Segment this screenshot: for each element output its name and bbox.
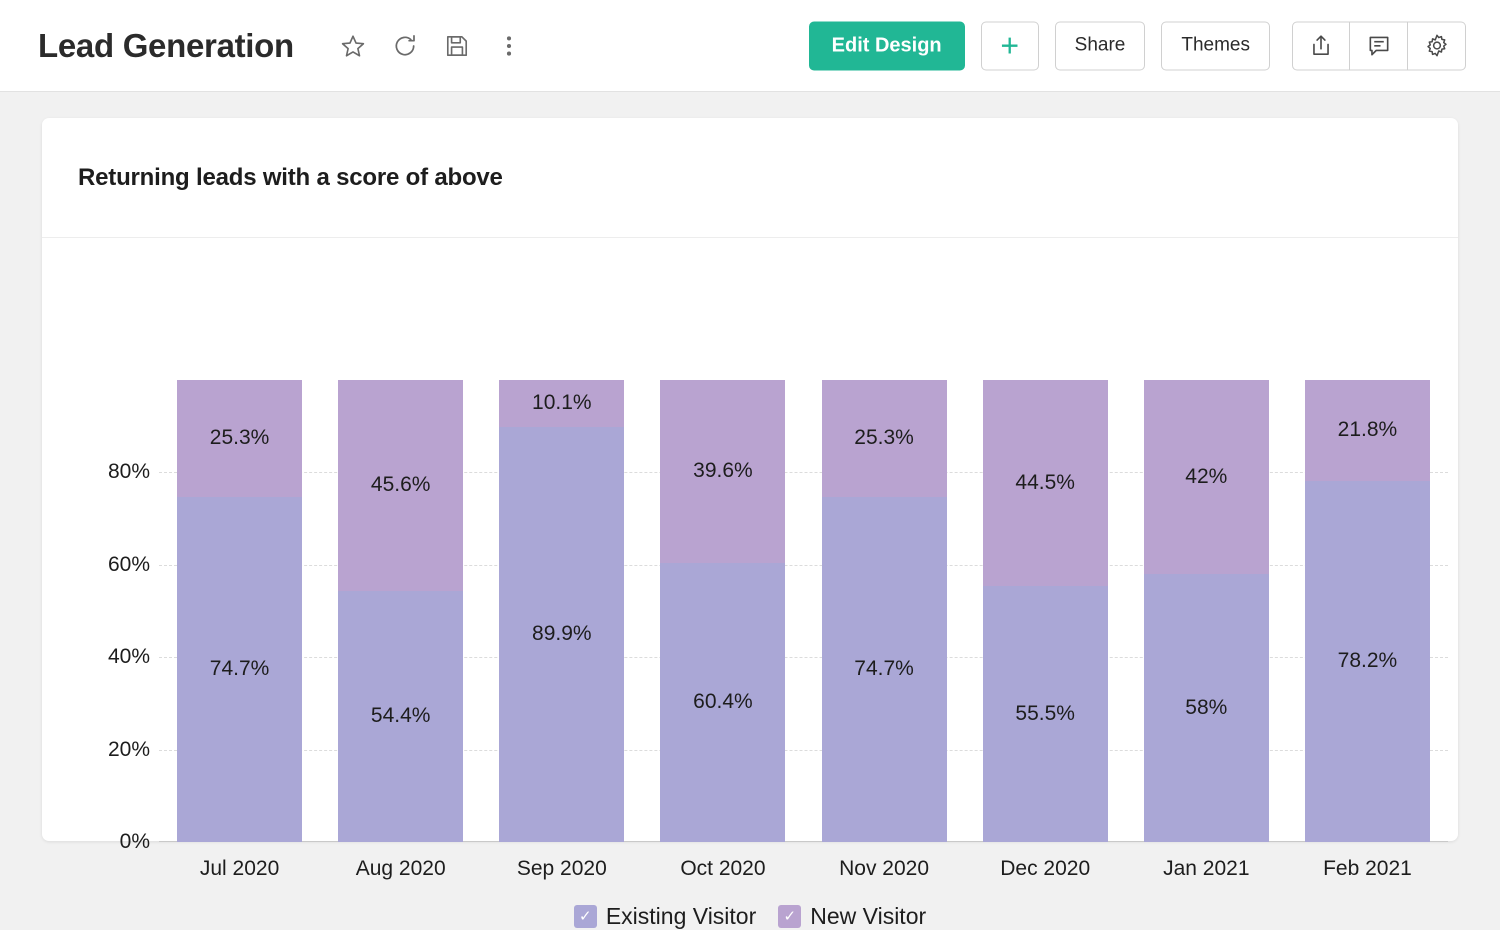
y-axis-labels: 0% 20% 40% 60% 80% <box>42 380 150 853</box>
legend-checkbox[interactable]: ✓ <box>573 905 597 928</box>
bar-value-label: 45.6% <box>370 473 431 497</box>
bar-segment[interactable]: 45.6% <box>338 380 464 591</box>
themes-button[interactable]: Themes <box>1161 21 1270 70</box>
x-axis-tick: Aug 2020 <box>355 857 446 880</box>
plot-area: 25.3% 74.7% 45.6% 54.4% 10.1% 89.9% 39.6% 60.4%… <box>159 380 1448 842</box>
bar-segment[interactable]: 74.7% <box>177 496 303 842</box>
bar-value-label: 42% <box>1185 465 1228 489</box>
bar-segment[interactable]: 39.6% <box>660 380 786 563</box>
x-axis-tick: Jul 2020 <box>199 857 280 880</box>
y-axis-tick: 20% <box>107 737 150 761</box>
bar-group[interactable]: 25.3% 74.7% <box>177 380 303 842</box>
bar-value-label: 21.8% <box>1337 418 1398 442</box>
toolbar: Edit Design + Share Themes <box>808 21 1466 70</box>
title-icon-group <box>340 33 522 59</box>
bar-group[interactable]: 10.1% 89.9% <box>499 380 625 842</box>
icon-button-group <box>1292 21 1466 70</box>
bar-value-label: 25.3% <box>854 426 914 450</box>
bar-group[interactable]: 21.8% 78.2% <box>1304 380 1430 842</box>
bar-value-label: 78.2% <box>1337 649 1398 673</box>
bar-value-label: 74.7% <box>854 657 914 681</box>
plus-icon: + <box>1000 27 1019 64</box>
bar-value-label: 74.7% <box>209 657 270 681</box>
bar-group[interactable]: 42% 58% <box>1143 380 1269 842</box>
gear-icon <box>1424 33 1450 59</box>
bar-group[interactable]: 44.5% 55.5% <box>982 380 1108 842</box>
bar-group[interactable]: 45.6% 54.4% <box>338 380 464 842</box>
bar-groups: 25.3% 74.7% 45.6% 54.4% 10.1% 89.9% 39.6% 60.4%… <box>159 380 1448 842</box>
bar-segment[interactable]: 78.2% <box>1304 480 1430 842</box>
refresh-icon[interactable] <box>392 33 418 59</box>
bar-segment[interactable]: 10.1% <box>499 380 625 427</box>
edit-design-button[interactable]: Edit Design <box>808 21 965 70</box>
bar-value-label: 44.5% <box>1015 470 1075 494</box>
bar-segment[interactable]: 60.4% <box>660 562 786 842</box>
settings-button[interactable] <box>1408 21 1466 70</box>
legend-label: Existing Visitor <box>605 903 757 929</box>
x-axis-tick: Sep 2020 <box>516 857 607 880</box>
add-button[interactable]: + <box>980 21 1039 70</box>
x-axis-tick: Jan 2021 <box>1163 857 1250 880</box>
bar-segment[interactable]: 44.5% <box>982 380 1108 586</box>
bar-segment[interactable]: 25.3% <box>177 380 303 497</box>
export-icon <box>1308 33 1334 59</box>
bar-value-label: 60.4% <box>693 690 753 714</box>
legend-item-1[interactable]: ✓ Existing Visitor <box>573 903 757 930</box>
title-block: Lead Generation <box>0 27 522 65</box>
x-axis-tick: Dec 2020 <box>1000 857 1091 880</box>
bar-segment[interactable]: 89.9% <box>499 426 625 842</box>
x-axis-labels: Jul 2020 Aug 2020 Sep 2020 Oct 2020 Nov 2020… <box>159 857 1448 889</box>
bar-value-label: 54.4% <box>370 704 431 728</box>
page-title: Lead Generation <box>38 26 294 64</box>
bar-segment[interactable]: 58% <box>1143 574 1269 842</box>
bar-group[interactable]: 39.6% 60.4% <box>660 380 786 842</box>
bar-segment[interactable]: 42% <box>1143 380 1269 575</box>
legend-label: New Visitor <box>810 903 927 929</box>
export-button[interactable] <box>1292 21 1350 70</box>
chart-title: Returning leads with a score of above <box>78 164 503 191</box>
stacked-bar-chart: 0% 20% 40% 60% 80% 25.3% 74.7% 45.6% 54.4% 10.1%… <box>42 237 1458 929</box>
x-axis-tick: Feb 2021 <box>1323 857 1412 880</box>
x-axis-tick: Nov 2020 <box>839 857 930 880</box>
y-axis-tick: 60% <box>107 552 150 576</box>
bar-segment[interactable]: 21.8% <box>1304 380 1430 481</box>
comment-button[interactable] <box>1350 21 1408 70</box>
save-icon[interactable] <box>444 33 470 59</box>
bar-segment[interactable]: 74.7% <box>821 496 947 842</box>
bar-value-label: 58% <box>1185 696 1228 719</box>
chart-legend: ✓ Existing Visitor ✓ New Visitor <box>42 903 1458 930</box>
y-axis-tick: 40% <box>107 645 150 669</box>
share-button[interactable]: Share <box>1054 21 1146 70</box>
comment-icon <box>1366 33 1392 59</box>
bar-value-label: 10.1% <box>532 391 592 415</box>
bar-value-label: 25.3% <box>209 426 270 450</box>
bar-segment[interactable]: 54.4% <box>338 590 464 842</box>
bar-segment[interactable]: 55.5% <box>982 585 1108 842</box>
legend-item-2[interactable]: ✓ New Visitor <box>778 903 926 930</box>
y-axis-tick: 0% <box>119 830 150 853</box>
bar-value-label: 39.6% <box>693 459 753 483</box>
bar-group[interactable]: 25.3% 74.7% <box>821 380 947 842</box>
bar-value-label: 89.9% <box>532 622 592 646</box>
chart-card: Returning leads with a score of above 0%… <box>42 118 1458 929</box>
x-axis-tick: Oct 2020 <box>680 857 766 880</box>
more-options-icon[interactable] <box>496 33 522 59</box>
star-icon[interactable] <box>340 33 366 59</box>
y-axis-tick: 80% <box>107 460 150 484</box>
app-header: Lead Generation Edit Design + Share Them… <box>0 0 1500 92</box>
legend-checkbox[interactable]: ✓ <box>778 905 802 928</box>
bar-value-label: 55.5% <box>1015 701 1075 725</box>
bar-segment[interactable]: 25.3% <box>821 380 947 497</box>
